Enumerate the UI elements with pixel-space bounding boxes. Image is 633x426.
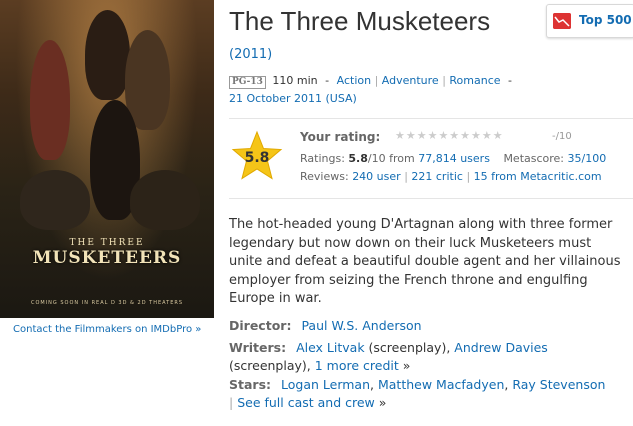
ratings-label: Ratings: [300, 152, 345, 165]
writer-link[interactable]: Alex Litvak [296, 340, 365, 355]
poster-credit-line: COMING SOON IN REAL D 3D & 2D THEATERS [30, 300, 184, 306]
separator: | [466, 170, 474, 183]
writer-role: (screenplay), [229, 358, 311, 373]
user-rating-stars[interactable]: ★★★★★★★★★★ [395, 129, 504, 142]
genre-link-adventure[interactable]: Adventure [382, 74, 439, 87]
stars-label: Stars: [229, 377, 272, 392]
info-dash: - [325, 74, 330, 87]
movie-poster[interactable]: THE THREE MUSKETEERS COMING SOON IN REAL… [0, 0, 214, 318]
poster-figure [130, 170, 200, 230]
ratings-users-link[interactable]: 77,814 users [418, 152, 490, 165]
genre-link-romance[interactable]: Romance [449, 74, 500, 87]
user-rating-score: -/10 [552, 131, 572, 142]
writer-role: (screenplay), [368, 340, 451, 355]
ratings-summary: Ratings: 5.8/10 from 77,814 users Metasc… [300, 152, 606, 165]
page-title: The Three Musketeers [229, 6, 491, 36]
plot-description: The hot-headed young D'Artagnan along wi… [229, 217, 621, 306]
poster-figure [85, 10, 130, 100]
runtime: 110 min [272, 74, 318, 87]
imdbpro-contact-link[interactable]: Contact the Filmmakers on IMDbPro » [13, 324, 201, 335]
divider [229, 118, 633, 119]
stars-row: Stars: Logan Lerman, Matthew Macfadyen, … [229, 376, 633, 412]
chart-icon [553, 13, 571, 29]
full-cast-arrow: » [378, 395, 387, 410]
metascore-link[interactable]: 35/100 [568, 152, 607, 165]
rating-score: 5.8 [244, 150, 270, 166]
writers-label: Writers: [229, 340, 287, 355]
your-rating-label: Your rating: [300, 130, 381, 144]
poster-figure [30, 40, 70, 160]
divider [229, 198, 633, 199]
director-label: Director: [229, 318, 292, 333]
top500-label: Top 500 [579, 13, 632, 27]
star-link[interactable]: Logan Lerman [281, 377, 370, 392]
star-link[interactable]: Matthew Macfadyen [378, 377, 504, 392]
metacritic-count-link[interactable]: 15 from [474, 170, 517, 183]
ratings-value: 5.8 [348, 152, 368, 165]
poster-title-large: MUSKETEERS [32, 248, 182, 268]
metascore-label: Metascore: [503, 152, 565, 165]
certificate-badge: PG-13 [229, 76, 266, 89]
release-date-link[interactable]: 21 October 2011 (USA) [229, 92, 357, 105]
separator: | [374, 74, 382, 87]
ratings-scale: /10 from [367, 152, 415, 165]
info-dash: - [508, 74, 512, 87]
poster-figure [20, 170, 90, 230]
user-reviews-link[interactable]: 240 user [352, 170, 401, 183]
comma: , [504, 377, 509, 392]
director-link[interactable]: Paul W.S. Anderson [301, 318, 421, 333]
year-link[interactable]: (2011) [229, 47, 272, 62]
poster-title-small: THE THREE [69, 238, 145, 248]
metacritic-link[interactable]: Metacritic.com [520, 170, 601, 183]
writers-row: Writers: Alex Litvak (screenplay), Andre… [229, 339, 633, 375]
reviews-summary: Reviews: 240 user | 221 critic | 15 from… [300, 170, 602, 183]
comma: , [370, 377, 374, 392]
critic-reviews-link[interactable]: 221 critic [411, 170, 463, 183]
genre-link-action[interactable]: Action [337, 74, 371, 87]
writer-link[interactable]: Andrew Davies [454, 340, 548, 355]
info-bar: PG-13 110 min - Action | Adventure | Rom… [229, 72, 549, 108]
more-credit-arrow: » [402, 358, 411, 373]
more-credit-link[interactable]: 1 more credit [315, 358, 399, 373]
director-row: Director: Paul W.S. Anderson [229, 317, 633, 335]
full-cast-link[interactable]: See full cast and crew [237, 395, 375, 410]
star-link[interactable]: Ray Stevenson [512, 377, 605, 392]
separator: | [229, 395, 238, 410]
reviews-label: Reviews: [300, 170, 349, 183]
top500-button[interactable]: Top 500 [546, 4, 633, 38]
